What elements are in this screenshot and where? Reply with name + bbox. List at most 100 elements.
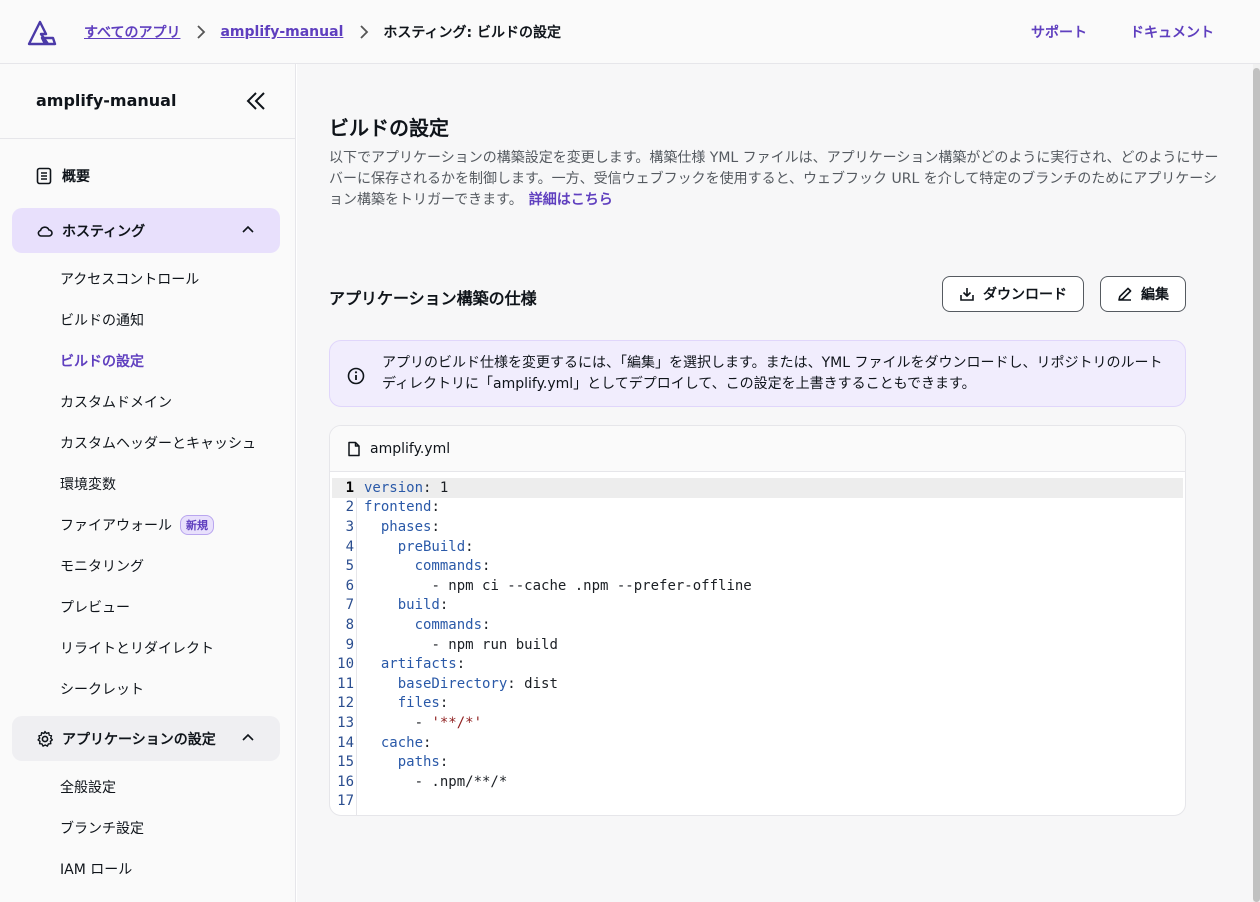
code-line[interactable]: 12 files: [330,694,1185,714]
line-number: 1 [345,479,354,496]
line-number: 13 [337,714,354,731]
sidebar-item-general-settings[interactable]: 全般設定 [60,777,116,797]
sidebar-header: amplify-manual [0,64,295,139]
line-number: 11 [337,675,354,692]
new-badge: 新規 [180,515,214,535]
sidebar-item-monitoring[interactable]: モニタリング [60,556,144,576]
sidebar-item-build-settings[interactable]: ビルドの設定 [60,351,144,371]
line-number: 7 [345,597,354,614]
sidebar: amplify-manual 概要 ホスティング アクセスコントロール ビルドの… [0,64,296,902]
sidebar-item-iam-role[interactable]: IAM ロール [60,859,132,879]
breadcrumb-app[interactable]: amplify-manual [220,24,343,40]
code-text: artifacts: [380,656,466,673]
code-line[interactable]: 1 version: 1 [332,478,1183,498]
sidebar-item-overview[interactable]: 概要 [36,166,90,186]
line-number: 14 [337,734,354,751]
download-label: ダウンロード [983,287,1067,303]
code-line[interactable]: 15 paths: [330,752,1185,772]
line-number: 2 [345,499,354,516]
code-text: build: [397,597,449,614]
edit-button[interactable]: 編集 [1100,276,1186,312]
code-line[interactable]: 5 commands: [330,556,1185,576]
top-navigation-bar: すべてのアプリ amplify-manual ホスティング: ビルドの設定 サポ… [0,0,1260,64]
code-line[interactable]: 11 baseDirectory: dist [330,674,1185,694]
code-line[interactable]: 17 [330,792,1185,812]
page-title: ビルドの設定 [329,116,449,140]
code-text: - npm ci --cache .npm --prefer-offline [431,577,752,594]
amplify-logo-icon[interactable] [27,18,57,46]
line-number: 3 [345,518,354,535]
support-link[interactable]: サポート [1031,22,1087,42]
collapse-sidebar-icon[interactable] [245,90,267,112]
sidebar-section-hosting[interactable]: ホスティング [12,208,280,253]
code-line[interactable]: 8 commands: [330,615,1185,635]
sidebar-item-build-notifications[interactable]: ビルドの通知 [60,310,144,330]
document-icon [36,167,52,185]
code-text: commands: [414,558,491,575]
edit-label: 編集 [1141,287,1169,303]
chevron-up-icon [242,225,254,233]
info-alert: アプリのビルド仕様を変更するには、「編集」を選択します。または、YML ファイル… [329,340,1186,407]
download-icon [960,288,974,301]
breadcrumb-current: ホスティング: ビルドの設定 [383,25,562,41]
line-number: 6 [345,577,354,594]
code-text: paths: [397,754,449,771]
sidebar-item-branch-settings[interactable]: ブランチ設定 [60,818,144,838]
code-line[interactable]: 13 - '**/*' [330,713,1185,733]
code-line[interactable]: 4 preBuild: [330,537,1185,557]
code-text: - .npm/**/* [414,773,508,790]
learn-more-link[interactable]: 詳細はこちら [529,192,613,208]
code-line[interactable]: 10 artifacts: [330,654,1185,674]
sidebar-item-custom-headers[interactable]: カスタムヘッダーとキャッシュ [60,433,256,453]
line-number: 4 [345,538,354,555]
sidebar-section-app-settings[interactable]: アプリケーションの設定 [12,716,280,761]
code-text: baseDirectory: dist [397,675,558,692]
chevron-up-icon [242,733,254,741]
file-icon [348,441,360,456]
code-line[interactable]: 6 - npm ci --cache .npm --prefer-offline [330,576,1185,596]
code-line[interactable]: 9 - npm run build [330,635,1185,655]
docs-link[interactable]: ドキュメント [1130,22,1214,42]
sidebar-item-preview[interactable]: プレビュー [60,597,130,617]
code-text: - '**/*' [414,714,483,731]
download-button[interactable]: ダウンロード [942,276,1084,312]
pencil-icon [1118,287,1132,301]
scrollbar-thumb[interactable] [1253,68,1260,902]
code-text: phases: [380,518,440,535]
code-text: files: [397,695,449,712]
code-text: - npm run build [431,636,558,653]
gear-icon [36,730,54,748]
breadcrumb: すべてのアプリ amplify-manual ホスティング: ビルドの設定 [84,0,561,64]
line-number: 17 [337,793,354,810]
line-number: 15 [337,754,354,771]
sidebar-item-label: 概要 [62,169,90,185]
top-links: サポート ドキュメント [1031,0,1214,64]
code-text: preBuild: [397,538,474,555]
chevron-right-icon [359,25,369,39]
sidebar-item-label: ファイアウォール [60,518,172,534]
code-line[interactable]: 14 cache: [330,733,1185,753]
sidebar-item-rewrites[interactable]: リライトとリダイレクト [60,638,214,658]
description-text: 以下でアプリケーションの構築設定を変更します。構築仕様 YML ファイルは、アプ… [329,150,1219,208]
code-line[interactable]: 3 phases: [330,517,1185,537]
page-description: 以下でアプリケーションの構築設定を変更します。構築仕様 YML ファイルは、アプ… [329,148,1219,211]
info-icon [347,367,365,385]
chevron-right-icon [196,25,206,39]
line-number: 9 [345,636,354,653]
sidebar-item-secrets[interactable]: シークレット [60,679,144,699]
sidebar-item-env-vars[interactable]: 環境変数 [60,474,116,494]
main-content: ビルドの設定 以下でアプリケーションの構築設定を変更します。構築仕様 YML フ… [297,64,1253,902]
code-line[interactable]: 2 frontend: [330,498,1185,518]
section-title: アプリケーション構築の仕様 [329,289,537,308]
code-line[interactable]: 16 - .npm/**/* [330,772,1185,792]
code-lines[interactable]: 1 version: 1 2 frontend: 3 phases: 4 preBuild… [330,478,1185,811]
breadcrumb-all-apps[interactable]: すべてのアプリ [84,22,180,42]
sidebar-app-name: amplify-manual [36,91,177,110]
file-name: amplify.yml [370,440,451,457]
sidebar-item-firewall[interactable]: ファイアウォール 新規 [60,515,214,535]
sidebar-item-access-control[interactable]: アクセスコントロール [60,269,199,289]
code-viewer: amplify.yml 1 version: 1 2 frontend: 3 phase… [329,425,1186,816]
sidebar-item-custom-domain[interactable]: カスタムドメイン [60,392,172,412]
code-line[interactable]: 7 build: [330,596,1185,616]
code-text: cache: [380,734,432,751]
